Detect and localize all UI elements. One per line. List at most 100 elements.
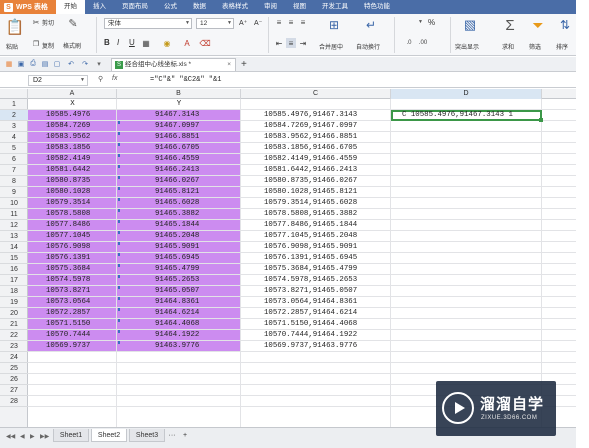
menu-item-home[interactable]: 开始 [56,0,85,14]
close-icon[interactable]: × [227,59,231,71]
sort-icon[interactable]: ⇅ [556,16,574,34]
filter-icon[interactable]: ⏷ [529,16,547,34]
more-sheets-button[interactable]: ··· [166,429,178,442]
cell-a5[interactable]: 10583.1856 [46,143,90,154]
cell-c16[interactable]: 10575.3684,91465.4799 [264,264,357,275]
cell-a20[interactable]: 10572.2857 [46,308,90,319]
cell-a10[interactable]: 10579.3514 [46,198,90,209]
borders-icon[interactable]: ▦ [141,38,151,48]
font-shrink-button[interactable]: A⁻ [254,19,262,27]
cell-c21[interactable]: 10571.5150,91464.4068 [264,319,357,330]
cell-b23[interactable]: 91463.9776 [155,341,199,352]
column-header-b[interactable]: B [117,89,241,99]
align-left-icon[interactable]: ⇤ [274,38,284,48]
fill-color-icon[interactable]: ◉ [162,38,172,48]
menu-item-developer[interactable]: 开发工具 [314,0,356,14]
wrap-text-icon[interactable]: ↵ [363,17,379,33]
align-right-icon[interactable]: ⇥ [298,38,308,48]
row-header-12[interactable]: 12 [0,220,28,231]
column-header-a[interactable]: A [28,89,117,99]
merge-center-icon[interactable]: ⊞ [326,17,342,33]
first-sheet-icon[interactable]: ◀◀ [6,433,15,440]
increase-decimal-icon[interactable]: .0 [404,38,414,48]
sort-button[interactable]: 排序 [556,42,568,51]
row-header-5[interactable]: 5 [0,143,28,154]
sheet-tab-sheet3[interactable]: Sheet3 [129,429,165,442]
row-header-3[interactable]: 3 [0,121,28,132]
export-pdf-icon[interactable]: ▢ [52,59,62,69]
cell-b4[interactable]: 91466.8851 [155,132,199,143]
menu-item-table-style[interactable]: 表格样式 [214,0,256,14]
cell-a13[interactable]: 10577.1045 [46,231,90,242]
menu-item-page-layout[interactable]: 页面布局 [114,0,156,14]
align-center-icon[interactable]: ≡ [286,38,296,48]
cell-b19[interactable]: 91464.8361 [155,297,199,308]
cell-c9[interactable]: 10580.1028,91465.8121 [264,187,357,198]
column-header-d[interactable]: D [391,89,542,99]
menu-item-review[interactable]: 审阅 [256,0,285,14]
cell-a21[interactable]: 10571.5150 [46,319,90,330]
row-header-24[interactable]: 24 [0,352,28,363]
cell-area[interactable]: X Y 10585.4976 91467.3143 10585.4976,91467.3… [28,99,576,427]
cell-c8[interactable]: 10580.8735,91466.0267 [264,176,357,187]
cell-b2[interactable]: 91467.3143 [155,110,199,121]
fill-handle[interactable] [539,118,543,122]
bold-button[interactable]: B [104,38,110,47]
row-header-13[interactable]: 13 [0,231,28,242]
cell-b17[interactable]: 91465.2653 [155,275,199,286]
chevron-down-icon[interactable]: ▾ [94,59,104,69]
font-name-select[interactable]: 宋体 ▼ [104,18,192,29]
row-header-19[interactable]: 19 [0,297,28,308]
row-header-16[interactable]: 16 [0,264,28,275]
cell-a2[interactable]: 10585.4976 [46,110,90,121]
row-header-8[interactable]: 8 [0,176,28,187]
menu-item-data[interactable]: 数据 [185,0,214,14]
cell-b13[interactable]: 91465.2048 [155,231,199,242]
app-menu-button[interactable]: S WPS 表格 [0,0,56,14]
cell-a7[interactable]: 10581.6442 [46,165,90,176]
row-header-7[interactable]: 7 [0,165,28,176]
cell-b21[interactable]: 91464.4068 [155,319,199,330]
cell-a19[interactable]: 10573.0564 [46,297,90,308]
percent-style-button[interactable]: % [428,18,435,27]
cell-c7[interactable]: 10581.6442,91466.2413 [264,165,357,176]
cell-c15[interactable]: 10576.1391,91465.6945 [264,253,357,264]
document-tab[interactable]: S 经合组中心线坐标.xls * × [111,58,236,71]
cell-a22[interactable]: 10570.7444 [46,330,90,341]
row-header-15[interactable]: 15 [0,253,28,264]
cell-a3[interactable]: 10584.7269 [46,121,90,132]
cell-c10[interactable]: 10579.3514,91465.6028 [264,198,357,209]
row-header-17[interactable]: 17 [0,275,28,286]
formula-input[interactable]: ="C"&" "&C2&" "&1 [150,75,221,86]
next-sheet-icon[interactable]: ▶ [30,433,35,440]
row-header-14[interactable]: 14 [0,242,28,253]
cell-b5[interactable]: 91466.6705 [155,143,199,154]
cut-button[interactable]: 剪切 [42,18,54,27]
cell-c17[interactable]: 10574.5978,91465.2653 [264,275,357,286]
merge-center-button[interactable]: 合并居中 [319,42,343,51]
cell-c14[interactable]: 10576.9098,91465.9091 [264,242,357,253]
row-header-10[interactable]: 10 [0,198,28,209]
cell-a4[interactable]: 10583.9562 [46,132,90,143]
align-top-icon[interactable]: ≡ [274,17,284,27]
cell-a1[interactable]: X [28,99,117,110]
font-grow-button[interactable]: A⁺ [239,19,247,27]
cell-c20[interactable]: 10572.2857,91464.6214 [264,308,357,319]
font-color-icon[interactable]: A [182,38,192,48]
cell-c19[interactable]: 10573.0564,91464.8361 [264,297,357,308]
cell-b1[interactable]: Y [117,99,241,110]
open-folder-icon[interactable]: ▦ [4,59,14,69]
cell-c4[interactable]: 10583.9562,91466.8851 [264,132,357,143]
sum-button[interactable]: 求和 [502,42,514,51]
cell-a11[interactable]: 10578.5808 [46,209,90,220]
prev-sheet-icon[interactable]: ◀ [20,433,25,440]
filter-button[interactable]: 筛选 [529,42,541,51]
sheet-tab-sheet2[interactable]: Sheet2 [91,429,127,442]
select-all-corner[interactable] [0,89,28,99]
row-header-28[interactable]: 28 [0,396,28,407]
save-icon[interactable]: ▣ [16,59,26,69]
wrap-text-button[interactable]: 自动换行 [356,42,380,51]
column-header-c[interactable]: C [241,89,391,99]
align-bottom-icon[interactable]: ≡ [298,17,308,27]
cell-c13[interactable]: 10577.1045,91465.2048 [264,231,357,242]
